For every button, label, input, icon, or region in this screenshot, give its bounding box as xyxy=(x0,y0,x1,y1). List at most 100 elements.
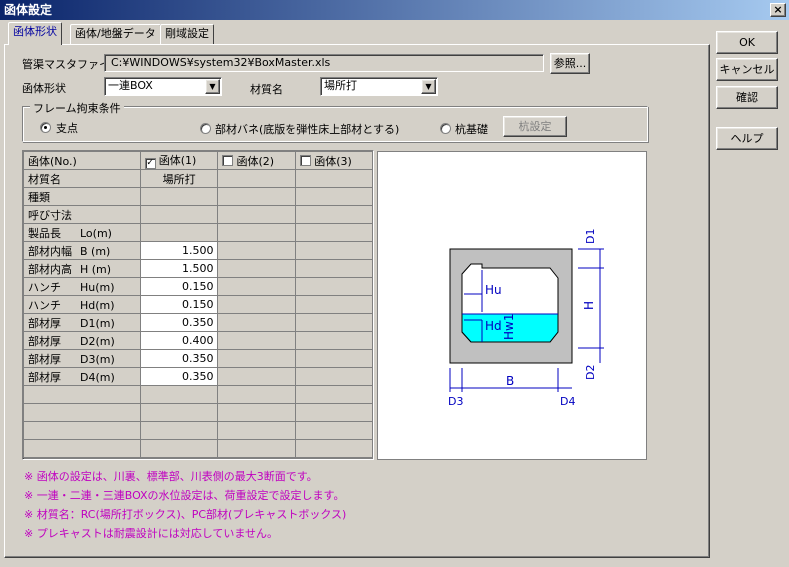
row-label-text: 製品長 xyxy=(28,226,61,240)
note-1: ※ 函体の設定は、川裏、標準部、川表側の最大3断面です。 xyxy=(24,470,318,483)
table-row: ハンチ Hd(m) 0.150 xyxy=(23,295,373,314)
row-label-text: 部材内幅 xyxy=(28,244,72,258)
cell-box1[interactable]: 1.500 xyxy=(139,259,219,278)
label-d1: D1 xyxy=(584,229,597,244)
cell-box1[interactable]: 0.400 xyxy=(139,331,219,350)
shape-value: 一連BOX xyxy=(108,79,153,92)
cell-box3 xyxy=(295,223,373,242)
empty-cell xyxy=(139,439,219,458)
cell-box1[interactable]: 0.350 xyxy=(139,349,219,368)
grid-header-box3-label: 函体(3) xyxy=(314,154,352,168)
cell-box1[interactable]: 0.350 xyxy=(139,367,219,386)
table-row: 部材内高 H (m) 1.500 xyxy=(23,259,373,278)
empty-cell xyxy=(217,421,297,440)
material-value: 場所打 xyxy=(324,79,357,92)
note-2: ※ 一連・二連・三連BOXの水位設定は、荷重設定で設定します。 xyxy=(24,489,345,502)
row-unit-text: D2(m) xyxy=(80,334,115,348)
tab-ground-data[interactable]: 函体/地盤データ xyxy=(70,24,161,44)
empty-cell xyxy=(139,403,219,422)
grid-header-box1[interactable]: ✓ 函体(1) xyxy=(139,151,219,170)
chevron-down-icon[interactable]: ▼ xyxy=(205,79,220,94)
label-d2: D2 xyxy=(584,365,597,380)
grid-header-box3[interactable]: 函体(3) xyxy=(295,151,373,170)
cell-box1[interactable]: 0.150 xyxy=(139,277,219,296)
empty-cell xyxy=(23,421,141,440)
cell-box1[interactable] xyxy=(139,205,219,224)
empty-cell xyxy=(139,421,219,440)
grid-header-box2[interactable]: 函体(2) xyxy=(217,151,297,170)
row-unit-text: Hu(m) xyxy=(80,280,115,294)
close-icon[interactable]: × xyxy=(770,3,786,17)
row-unit-text: H (m) xyxy=(80,262,112,276)
box-data-grid: 函体(No.) ✓ 函体(1) 函体(2) 函体(3) 材質名 場所打 種類 呼び寸法製… xyxy=(22,150,374,460)
ok-button[interactable]: OK xyxy=(716,31,778,54)
row-label-text: 種類 xyxy=(28,190,50,204)
checkbox-box2[interactable] xyxy=(222,154,234,166)
row-label: 部材厚 D1(m) xyxy=(23,313,141,332)
table-row: 部材厚 D4(m) 0.350 xyxy=(23,367,373,386)
cell-box2 xyxy=(217,349,297,368)
cancel-button[interactable]: キャンセル xyxy=(716,58,778,81)
cell-box3 xyxy=(295,367,373,386)
cell-box2 xyxy=(217,205,297,224)
grid-header-box2-label: 函体(2) xyxy=(236,154,275,168)
row-label-text: 部材厚 xyxy=(28,334,61,348)
table-row xyxy=(23,439,373,458)
material-select[interactable]: 場所打 ▼ xyxy=(320,77,438,96)
empty-cell xyxy=(23,439,141,458)
chevron-down-icon[interactable]: ▼ xyxy=(421,79,436,94)
row-label: ハンチ Hd(m) xyxy=(23,295,141,314)
checkbox-box1[interactable]: ✓ xyxy=(144,158,156,169)
cell-box2 xyxy=(217,187,297,206)
help-button[interactable]: ヘルプ xyxy=(716,127,778,150)
window-titlebar: 函体設定 xyxy=(0,0,789,20)
cell-box1[interactable]: 1.500 xyxy=(139,241,219,260)
radio-pile-label[interactable]: 杭基礎 xyxy=(455,121,488,137)
label-b: B xyxy=(506,374,514,388)
tab-shape[interactable]: 函体形状 xyxy=(8,22,62,45)
row-label: 呼び寸法 xyxy=(23,205,141,224)
cell-box2 xyxy=(217,331,297,350)
master-file-field[interactable]: C:¥WINDOWS¥system32¥BoxMaster.xls xyxy=(104,54,544,72)
row-label-text: 材質名 xyxy=(28,172,61,186)
table-row xyxy=(23,403,373,422)
cell-box3 xyxy=(295,295,373,314)
cell-box1[interactable]: 場所打 xyxy=(139,169,219,188)
label-hu: Hu xyxy=(485,283,502,297)
row-unit-text: D1(m) xyxy=(80,316,115,330)
window-title: 函体設定 xyxy=(4,3,53,17)
shape-select[interactable]: 一連BOX ▼ xyxy=(104,77,222,96)
box-section-drawing: Hu Hd Hw1 D1 H D2 B D3 D4 xyxy=(448,229,604,408)
cell-box1[interactable]: 0.350 xyxy=(139,313,219,332)
cell-box3 xyxy=(295,259,373,278)
tab-rigid-zone[interactable]: 剛域設定 xyxy=(160,24,214,44)
radio-pile[interactable] xyxy=(440,123,451,134)
empty-cell xyxy=(295,439,373,458)
row-label: 部材厚 D2(m) xyxy=(23,331,141,350)
confirm-button[interactable]: 確認 xyxy=(716,86,778,109)
grid-header-box1-label: 函体(1) xyxy=(158,154,197,167)
row-label-text: 部材厚 xyxy=(28,316,61,330)
cell-box3 xyxy=(295,313,373,332)
cell-box2 xyxy=(217,169,297,188)
radio-member-spring[interactable] xyxy=(200,123,211,134)
row-label-text: ハンチ xyxy=(28,298,61,312)
row-label-text: 部材厚 xyxy=(28,352,61,366)
empty-cell xyxy=(139,385,219,404)
row-label: 材質名 xyxy=(23,169,141,188)
cell-box1[interactable] xyxy=(139,223,219,242)
radio-member-spring-label[interactable]: 部材バネ(底版を弾性床上部材とする) xyxy=(215,121,399,137)
table-row: 呼び寸法 xyxy=(23,205,373,224)
table-row: 材質名 場所打 xyxy=(23,169,373,188)
row-label: ハンチ Hu(m) xyxy=(23,277,141,296)
cell-box2 xyxy=(217,295,297,314)
radio-support-label[interactable]: 支点 xyxy=(56,120,78,136)
empty-cell xyxy=(23,385,141,404)
cell-box2 xyxy=(217,241,297,260)
browse-button[interactable]: 参照... xyxy=(550,53,590,74)
empty-cell xyxy=(217,439,297,458)
cell-box1[interactable]: 0.150 xyxy=(139,295,219,314)
radio-support[interactable] xyxy=(40,122,51,133)
cell-box1[interactable] xyxy=(139,187,219,206)
checkbox-box3[interactable] xyxy=(300,154,312,166)
